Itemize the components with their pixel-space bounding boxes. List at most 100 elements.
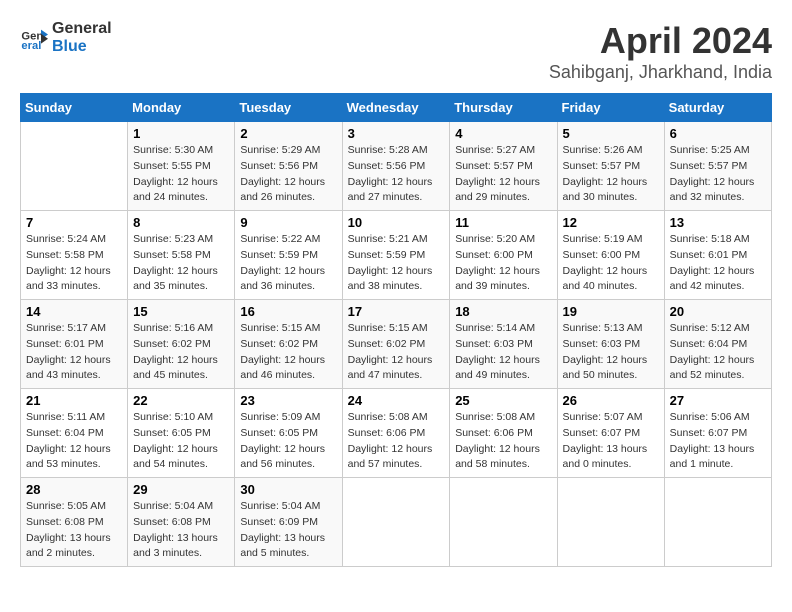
logo-icon: Gen eral xyxy=(20,24,48,52)
day-number: 6 xyxy=(670,126,766,141)
day-detail: Sunrise: 5:13 AM Sunset: 6:03 PM Dayligh… xyxy=(563,321,659,384)
day-number: 26 xyxy=(563,393,659,408)
day-detail: Sunrise: 5:26 AM Sunset: 5:57 PM Dayligh… xyxy=(563,143,659,206)
day-number: 29 xyxy=(133,482,229,497)
day-detail: Sunrise: 5:23 AM Sunset: 5:58 PM Dayligh… xyxy=(133,232,229,295)
day-number: 4 xyxy=(455,126,551,141)
day-number: 7 xyxy=(26,215,122,230)
weekday-header-friday: Friday xyxy=(557,94,664,122)
day-number: 15 xyxy=(133,304,229,319)
weekday-header-monday: Monday xyxy=(128,94,235,122)
day-detail: Sunrise: 5:21 AM Sunset: 5:59 PM Dayligh… xyxy=(348,232,445,295)
day-detail: Sunrise: 5:18 AM Sunset: 6:01 PM Dayligh… xyxy=(670,232,766,295)
day-cell: 6 Sunrise: 5:25 AM Sunset: 5:57 PM Daylig… xyxy=(664,122,771,211)
calendar-title: April 2024 xyxy=(549,20,772,62)
day-number: 9 xyxy=(240,215,336,230)
week-row-4: 21Sunrise: 5:11 AM Sunset: 6:04 PM Dayli… xyxy=(21,389,772,478)
day-cell: 24 Sunrise: 5:08 AM Sunset: 6:06 PM Dayli… xyxy=(342,389,450,478)
weekday-header-wednesday: Wednesday xyxy=(342,94,450,122)
day-number: 16 xyxy=(240,304,336,319)
day-cell: 11 Sunrise: 5:20 AM Sunset: 6:00 PM Dayli… xyxy=(450,211,557,300)
day-cell: 25 Sunrise: 5:08 AM Sunset: 6:06 PM Dayli… xyxy=(450,389,557,478)
day-number: 13 xyxy=(670,215,766,230)
day-cell xyxy=(342,478,450,567)
day-detail: Sunrise: 5:12 AM Sunset: 6:04 PM Dayligh… xyxy=(670,321,766,384)
day-cell: 19 Sunrise: 5:13 AM Sunset: 6:03 PM Dayli… xyxy=(557,300,664,389)
day-cell: 12 Sunrise: 5:19 AM Sunset: 6:00 PM Dayli… xyxy=(557,211,664,300)
week-row-3: 14 Sunrise: 5:17 AM Sunset: 6:01 PM Dayli… xyxy=(21,300,772,389)
title-area: April 2024 Sahibganj, Jharkhand, India xyxy=(549,20,772,83)
day-number: 23 xyxy=(240,393,336,408)
day-cell: 26 Sunrise: 5:07 AM Sunset: 6:07 PM Dayli… xyxy=(557,389,664,478)
day-number: 28 xyxy=(26,482,122,497)
day-detail: Sunrise: 5:15 AM Sunset: 6:02 PM Dayligh… xyxy=(240,321,336,384)
day-cell: 7 Sunrise: 5:24 AM Sunset: 5:58 PM Daylig… xyxy=(21,211,128,300)
day-cell: 4Sunrise: 5:27 AM Sunset: 5:57 PM Daylig… xyxy=(450,122,557,211)
calendar-subtitle: Sahibganj, Jharkhand, India xyxy=(549,62,772,83)
weekday-header-saturday: Saturday xyxy=(664,94,771,122)
day-number: 19 xyxy=(563,304,659,319)
day-number: 12 xyxy=(563,215,659,230)
day-cell xyxy=(21,122,128,211)
week-row-5: 28 Sunrise: 5:05 AM Sunset: 6:08 PM Dayli… xyxy=(21,478,772,567)
day-detail: Sunrise: 5:30 AM Sunset: 5:55 PM Dayligh… xyxy=(133,143,229,206)
day-number: 2 xyxy=(240,126,336,141)
day-cell: 22Sunrise: 5:10 AM Sunset: 6:05 PM Dayli… xyxy=(128,389,235,478)
day-number: 22 xyxy=(133,393,229,408)
day-detail: Sunrise: 5:07 AM Sunset: 6:07 PM Dayligh… xyxy=(563,410,659,473)
day-cell: 1Sunrise: 5:30 AM Sunset: 5:55 PM Daylig… xyxy=(128,122,235,211)
day-cell: 17 Sunrise: 5:15 AM Sunset: 6:02 PM Dayli… xyxy=(342,300,450,389)
day-detail: Sunrise: 5:15 AM Sunset: 6:02 PM Dayligh… xyxy=(348,321,445,384)
day-number: 21 xyxy=(26,393,122,408)
day-number: 20 xyxy=(670,304,766,319)
day-number: 11 xyxy=(455,215,551,230)
day-cell: 5 Sunrise: 5:26 AM Sunset: 5:57 PM Daylig… xyxy=(557,122,664,211)
logo-text-line1: General xyxy=(52,20,112,38)
day-detail: Sunrise: 5:19 AM Sunset: 6:00 PM Dayligh… xyxy=(563,232,659,295)
day-detail: Sunrise: 5:16 AM Sunset: 6:02 PM Dayligh… xyxy=(133,321,229,384)
day-cell: 14 Sunrise: 5:17 AM Sunset: 6:01 PM Dayli… xyxy=(21,300,128,389)
day-detail: Sunrise: 5:08 AM Sunset: 6:06 PM Dayligh… xyxy=(455,410,551,473)
day-number: 14 xyxy=(26,304,122,319)
day-number: 18 xyxy=(455,304,551,319)
logo-text-line2: Blue xyxy=(52,38,112,56)
logo: Gen eral General Blue xyxy=(20,20,112,55)
day-cell: 9Sunrise: 5:22 AM Sunset: 5:59 PM Daylig… xyxy=(235,211,342,300)
day-detail: Sunrise: 5:05 AM Sunset: 6:08 PM Dayligh… xyxy=(26,499,122,562)
day-number: 3 xyxy=(348,126,445,141)
day-number: 24 xyxy=(348,393,445,408)
day-cell: 16 Sunrise: 5:15 AM Sunset: 6:02 PM Dayli… xyxy=(235,300,342,389)
weekday-header-sunday: Sunday xyxy=(21,94,128,122)
day-detail: Sunrise: 5:14 AM Sunset: 6:03 PM Dayligh… xyxy=(455,321,551,384)
day-detail: Sunrise: 5:25 AM Sunset: 5:57 PM Dayligh… xyxy=(670,143,766,206)
day-number: 8 xyxy=(133,215,229,230)
day-detail: Sunrise: 5:28 AM Sunset: 5:56 PM Dayligh… xyxy=(348,143,445,206)
day-number: 10 xyxy=(348,215,445,230)
weekday-header-row: SundayMondayTuesdayWednesdayThursdayFrid… xyxy=(21,94,772,122)
day-detail: Sunrise: 5:24 AM Sunset: 5:58 PM Dayligh… xyxy=(26,232,122,295)
day-detail: Sunrise: 5:04 AM Sunset: 6:09 PM Dayligh… xyxy=(240,499,336,562)
week-row-1: 1Sunrise: 5:30 AM Sunset: 5:55 PM Daylig… xyxy=(21,122,772,211)
day-cell: 2Sunrise: 5:29 AM Sunset: 5:56 PM Daylig… xyxy=(235,122,342,211)
day-number: 17 xyxy=(348,304,445,319)
day-cell: 10 Sunrise: 5:21 AM Sunset: 5:59 PM Dayli… xyxy=(342,211,450,300)
day-cell xyxy=(450,478,557,567)
day-cell: 27 Sunrise: 5:06 AM Sunset: 6:07 PM Dayli… xyxy=(664,389,771,478)
day-detail: Sunrise: 5:20 AM Sunset: 6:00 PM Dayligh… xyxy=(455,232,551,295)
day-number: 25 xyxy=(455,393,551,408)
weekday-header-tuesday: Tuesday xyxy=(235,94,342,122)
day-cell xyxy=(557,478,664,567)
day-cell: 20 Sunrise: 5:12 AM Sunset: 6:04 PM Dayli… xyxy=(664,300,771,389)
day-cell: 18 Sunrise: 5:14 AM Sunset: 6:03 PM Dayli… xyxy=(450,300,557,389)
day-detail: Sunrise: 5:17 AM Sunset: 6:01 PM Dayligh… xyxy=(26,321,122,384)
day-detail: Sunrise: 5:06 AM Sunset: 6:07 PM Dayligh… xyxy=(670,410,766,473)
header: Gen eral General Blue April 2024 Sahibga… xyxy=(20,20,772,83)
weekday-header-thursday: Thursday xyxy=(450,94,557,122)
svg-text:eral: eral xyxy=(21,40,41,52)
day-number: 27 xyxy=(670,393,766,408)
day-detail: Sunrise: 5:08 AM Sunset: 6:06 PM Dayligh… xyxy=(348,410,445,473)
day-cell: 3 Sunrise: 5:28 AM Sunset: 5:56 PM Daylig… xyxy=(342,122,450,211)
day-detail: Sunrise: 5:04 AM Sunset: 6:08 PM Dayligh… xyxy=(133,499,229,562)
day-cell: 28 Sunrise: 5:05 AM Sunset: 6:08 PM Dayli… xyxy=(21,478,128,567)
day-number: 5 xyxy=(563,126,659,141)
